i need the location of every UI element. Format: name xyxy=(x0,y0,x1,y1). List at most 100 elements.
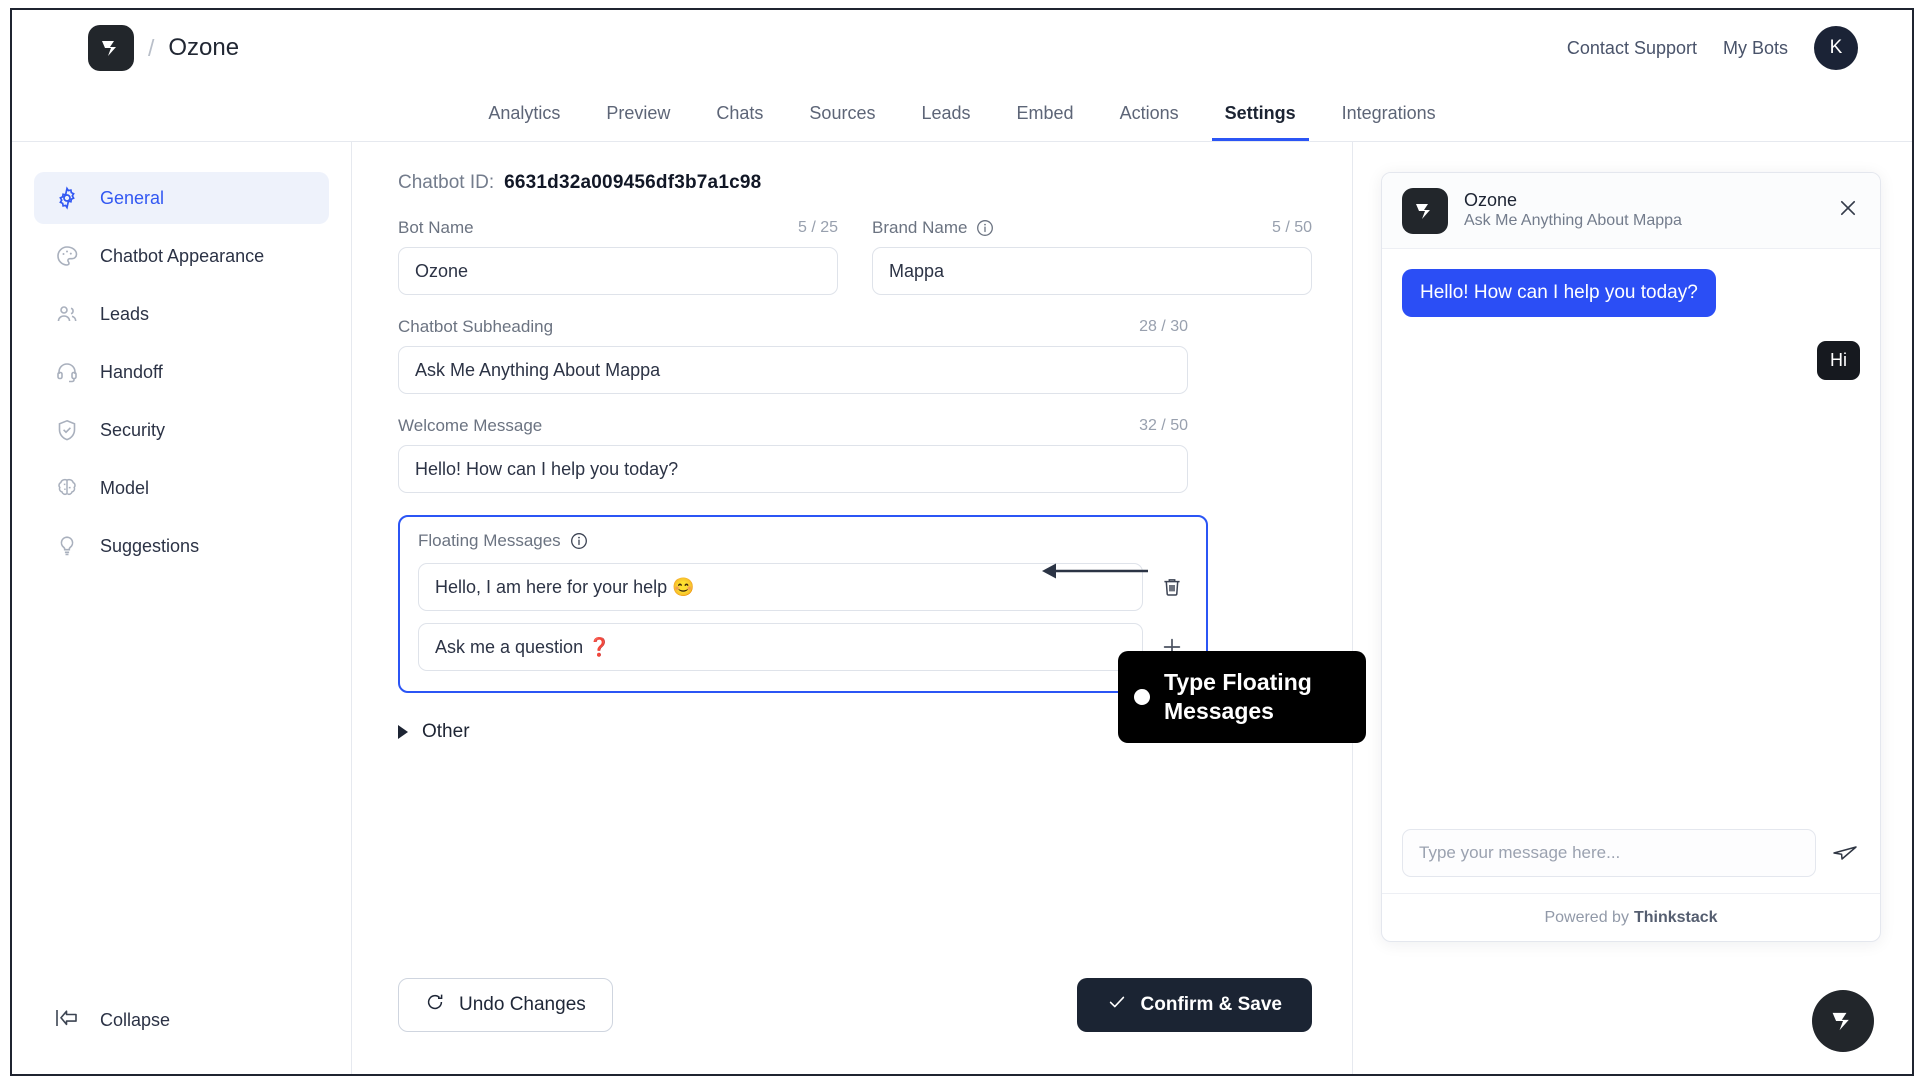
info-icon[interactable] xyxy=(570,532,588,550)
chatbot-id-label: Chatbot ID: xyxy=(398,172,495,193)
name-fields-row: Bot Name 5 / 25 Brand Name xyxy=(398,218,1312,295)
sidebar-item-label: Security xyxy=(100,419,166,440)
sidebar-item-model[interactable]: Model xyxy=(34,462,329,514)
lightbulb-icon xyxy=(54,533,80,559)
tab-embed[interactable]: Embed xyxy=(994,86,1097,141)
callout-dot-icon xyxy=(1134,688,1150,705)
other-section-label: Other xyxy=(422,721,470,742)
breadcrumb-separator: / xyxy=(148,34,155,61)
floating-message-input-1[interactable] xyxy=(418,563,1143,611)
tab-leads[interactable]: Leads xyxy=(898,86,993,141)
users-icon xyxy=(54,301,80,327)
chat-message-list: Hello! How can I help you today? Hi xyxy=(1382,249,1880,815)
contact-support-link[interactable]: Contact Support xyxy=(1567,38,1697,59)
palette-icon xyxy=(54,243,80,269)
sidebar-item-security[interactable]: Security xyxy=(34,404,329,456)
subheading-input[interactable] xyxy=(398,346,1188,394)
annotation-callout-text: Type Floating Messages xyxy=(1164,669,1312,724)
shield-check-icon xyxy=(54,417,80,443)
brand-name-label-row: Brand Name 5 / 50 xyxy=(872,218,1312,238)
chat-widget-header: Ozone Ask Me Anything About Mappa xyxy=(1382,173,1880,249)
chat-message-input[interactable] xyxy=(1402,829,1816,877)
chat-bot-title: Ozone xyxy=(1464,189,1518,210)
brain-icon xyxy=(54,475,80,501)
welcome-message-field-group: Welcome Message 32 / 50 xyxy=(398,416,1188,493)
top-header-bar: / Ozone Contact Support My Bots K xyxy=(12,10,1912,86)
tab-chats[interactable]: Chats xyxy=(693,86,786,141)
sidebar-item-chatbot-appearance[interactable]: Chatbot Appearance xyxy=(34,230,329,282)
user-message-bubble: Hi xyxy=(1817,341,1860,380)
tab-sources[interactable]: Sources xyxy=(786,86,898,141)
sidebar-item-label: Leads xyxy=(100,303,150,324)
collapse-arrow-icon xyxy=(54,1007,80,1034)
brand-block: / Ozone xyxy=(88,25,239,71)
settings-sidebar: General Chatbot Appearance Leads Handoff… xyxy=(12,142,352,1074)
powered-by-brand: Thinkstack xyxy=(1633,908,1718,926)
undo-changes-button[interactable]: Undo Changes xyxy=(398,978,613,1032)
gear-icon xyxy=(54,185,80,211)
floating-message-row xyxy=(418,623,1188,671)
general-settings-panel: Chatbot ID: 6631d32a009456df3b7a1c98 Bot… xyxy=(352,142,1352,1074)
chat-bot-avatar-icon xyxy=(1402,187,1448,234)
floating-messages-group: Floating Messages xyxy=(398,515,1208,693)
bot-name-input[interactable] xyxy=(398,247,838,295)
chat-preview-panel: Ozone Ask Me Anything About Mappa Hello!… xyxy=(1352,142,1912,1074)
info-icon[interactable] xyxy=(976,219,994,237)
sidebar-item-label: Model xyxy=(100,477,150,498)
sidebar-item-leads[interactable]: Leads xyxy=(34,288,329,340)
page-title: Ozone xyxy=(168,34,240,61)
chat-widget: Ozone Ask Me Anything About Mappa Hello!… xyxy=(1381,172,1881,942)
refresh-icon xyxy=(425,992,445,1018)
thinkstack-logo-icon xyxy=(1832,1012,1849,1031)
avatar[interactable]: K xyxy=(1814,26,1858,70)
chat-widget-footer: Powered by Thinkstack xyxy=(1382,893,1880,941)
tab-analytics[interactable]: Analytics xyxy=(465,86,583,141)
brand-name-label: Brand Name xyxy=(872,218,968,237)
collapse-label: Collapse xyxy=(100,1010,171,1030)
check-icon xyxy=(1107,992,1127,1018)
sidebar-item-label: General xyxy=(100,187,165,208)
triangle-right-icon xyxy=(398,725,408,739)
welcome-message-label: Welcome Message xyxy=(398,416,543,435)
sidebar-collapse-button[interactable]: Collapse xyxy=(54,1007,170,1034)
bot-name-label-row: Bot Name 5 / 25 xyxy=(398,218,838,238)
chat-launcher-button[interactable] xyxy=(1812,990,1874,1052)
subheading-label: Chatbot Subheading xyxy=(398,317,554,336)
main-tab-bar: Analytics Preview Chats Sources Leads Em… xyxy=(12,86,1912,142)
bot-name-field-group: Bot Name 5 / 25 xyxy=(398,218,838,295)
subheading-counter: 28 / 30 xyxy=(1139,318,1188,335)
bot-message-bubble: Hello! How can I help you today? xyxy=(1402,269,1716,317)
confirm-save-button[interactable]: Confirm & Save xyxy=(1076,978,1312,1032)
sidebar-item-general[interactable]: General xyxy=(34,172,329,224)
callout-arrow-icon xyxy=(1042,563,1148,579)
chatbot-id-value: 6631d32a009456df3b7a1c98 xyxy=(504,172,762,193)
sidebar-item-suggestions[interactable]: Suggestions xyxy=(34,520,329,572)
tab-integrations[interactable]: Integrations xyxy=(1319,86,1459,141)
brand-name-input[interactable] xyxy=(872,247,1312,295)
subheading-field-group: Chatbot Subheading 28 / 30 xyxy=(398,317,1188,394)
bot-name-label: Bot Name xyxy=(398,218,474,237)
body-area: General Chatbot Appearance Leads Handoff… xyxy=(12,142,1912,1074)
floating-messages-label-row: Floating Messages xyxy=(418,531,1188,551)
floating-messages-label: Floating Messages xyxy=(418,531,561,550)
sidebar-item-handoff[interactable]: Handoff xyxy=(34,346,329,398)
chat-header-text-block: Ozone Ask Me Anything About Mappa xyxy=(1464,189,1682,232)
tab-actions[interactable]: Actions xyxy=(1097,86,1202,141)
tab-preview[interactable]: Preview xyxy=(583,86,693,141)
application-window: / Ozone Contact Support My Bots K Analyt… xyxy=(10,8,1914,1076)
bot-name-counter: 5 / 25 xyxy=(797,219,838,236)
welcome-message-input[interactable] xyxy=(398,445,1188,493)
my-bots-link[interactable]: My Bots xyxy=(1723,38,1788,59)
tab-settings[interactable]: Settings xyxy=(1202,86,1319,141)
send-icon[interactable] xyxy=(1830,838,1860,868)
settings-action-bar: Undo Changes Confirm & Save xyxy=(398,978,1312,1032)
floating-message-input-2[interactable] xyxy=(418,623,1143,671)
trash-icon[interactable] xyxy=(1157,571,1188,603)
powered-by-label: Powered by xyxy=(1544,908,1629,926)
sidebar-item-label: Handoff xyxy=(100,361,163,382)
subheading-label-row: Chatbot Subheading 28 / 30 xyxy=(398,317,1188,337)
brand-name-counter: 5 / 50 xyxy=(1271,219,1312,236)
header-actions: Contact Support My Bots K xyxy=(1567,26,1858,70)
close-icon[interactable] xyxy=(1836,196,1860,225)
welcome-message-counter: 32 / 50 xyxy=(1139,417,1188,434)
